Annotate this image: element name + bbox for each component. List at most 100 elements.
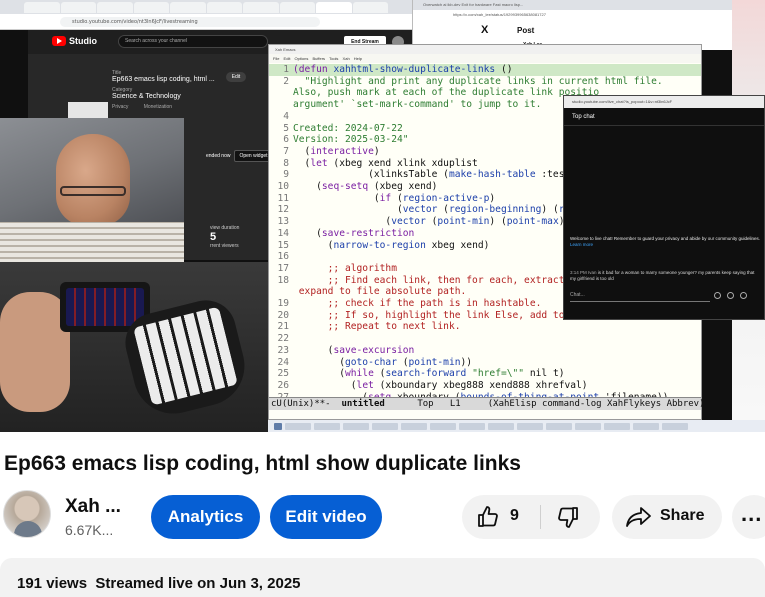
code-token: ) — [489, 192, 496, 204]
code-token: (xboundary xbeg888 xend888 xhrefval) — [373, 379, 588, 391]
channel-name[interactable]: Xah ... — [65, 496, 121, 518]
line-number: 12 — [277, 204, 289, 216]
viewer-count: 5 — [210, 231, 217, 243]
line-number: 8 — [283, 157, 289, 169]
chat-message-text: is it bad for a woman to marry someone y… — [570, 270, 755, 281]
more-icon: ... — [741, 501, 763, 526]
share-button[interactable]: Share — [612, 495, 722, 539]
super-chat-icon — [727, 292, 734, 299]
chat-learn-more: Learn more — [570, 242, 594, 247]
line-number: 1 — [283, 64, 289, 75]
chat-message-time: 3:14 PM — [570, 270, 587, 275]
code-token: ( — [373, 368, 386, 380]
youtube-logo-icon — [52, 36, 66, 46]
line-number: 6 — [283, 134, 289, 146]
studio-details: Title Ep663 emacs lisp coding, html ... … — [112, 70, 292, 110]
description-meta: 191 views Streamed live on Jun 3, 2025 — [17, 575, 301, 592]
analytics-button[interactable]: Analytics — [151, 495, 260, 539]
line-number: 22 — [277, 333, 289, 345]
taskbar-item — [314, 422, 340, 430]
monetization-label: Monetization — [143, 104, 173, 110]
code-token: region-active-p — [402, 192, 490, 204]
browser-tab — [60, 2, 96, 13]
code-token: ( — [391, 192, 403, 204]
line-number: 13 — [277, 216, 289, 228]
chat-input: Chat... — [570, 292, 710, 302]
code-token: goto-char — [344, 356, 397, 368]
code-token: (xbeg xend) — [368, 181, 438, 193]
studio-logo: Studio — [52, 36, 97, 46]
taskbar-item — [285, 422, 311, 430]
thumbs-up-icon — [478, 506, 498, 527]
code-token: point-max — [506, 216, 559, 228]
code-token: interactive — [310, 145, 374, 157]
studio-privacy-label: Privacy Monetization — [112, 104, 292, 110]
chat-message-user: Ivan — [588, 270, 597, 275]
webcam-shirt — [0, 222, 184, 263]
code-token: xbeg xend) — [425, 239, 490, 251]
code-token: ;; algorithm — [293, 262, 397, 274]
line-number: 18 — [277, 274, 289, 286]
like-button[interactable]: 9 — [462, 495, 542, 539]
browser-tab — [170, 2, 206, 13]
code-token: ( — [293, 181, 322, 193]
dislike-button[interactable] — [542, 495, 600, 539]
line-number: 15 — [277, 239, 289, 251]
browser-tab — [352, 2, 388, 13]
emacs-modeline: cU(Unix)**- untitled Top L1 (XahElisp co… — [269, 397, 705, 410]
browser-tab — [24, 2, 60, 13]
code-token: ;; check if the path is in hashtable. — [293, 298, 542, 310]
more-actions-button[interactable]: ... — [732, 495, 765, 539]
keyboard-backlight — [66, 288, 144, 326]
code-token: ( — [425, 216, 438, 228]
code-token: xahhtml-show-duplicate-links — [333, 64, 496, 75]
code-token: ( — [293, 344, 334, 356]
x-browser-url: https://x.com/xah_lee/status/19299399656… — [453, 12, 546, 17]
channel-avatar[interactable] — [3, 490, 51, 538]
code-line: 24 (goto-char (point-min)) — [269, 357, 701, 369]
code-token: ( — [293, 239, 334, 251]
video-player[interactable]: studio.youtube.com/video/nt3ln6JcF/lives… — [0, 0, 765, 432]
browser-tab — [243, 2, 279, 13]
line-number: 17 — [277, 262, 289, 274]
webcam-glasses — [60, 186, 126, 196]
code-token: nil t) — [524, 368, 565, 380]
taskbar-item — [575, 422, 601, 430]
code-token: ;; If so, highlight the link Else, add t… — [293, 309, 600, 321]
line-number: 19 — [277, 298, 289, 310]
browser-url-text: studio.youtube.com/video/nt3ln6JcF/lives… — [60, 17, 320, 27]
like-dislike-group: 9 — [462, 495, 600, 539]
keyboard-camera — [0, 262, 268, 432]
owner-row: Xah ... 6.67K... Analytics Edit video 9 … — [0, 490, 765, 542]
edit-video-button[interactable]: Edit video — [270, 495, 382, 539]
line-number: 5 — [283, 122, 289, 134]
code-token: search-forward — [385, 368, 467, 380]
modeline-info: Top L1 (XahElisp command-log XahFlykeys … — [384, 399, 705, 409]
line-number: 14 — [277, 227, 289, 239]
code-line: 22 — [269, 333, 701, 345]
taskbar-item — [517, 422, 543, 430]
code-token: ( — [293, 216, 392, 228]
browser-tab — [279, 2, 315, 13]
chat-header: Top chat — [564, 108, 764, 126]
start-icon — [274, 422, 282, 430]
code-token: point-min — [437, 216, 490, 228]
webcam-feed — [0, 118, 184, 263]
line-number: 21 — [277, 321, 289, 333]
emacs-title: Xah Emacs — [269, 45, 701, 54]
code-line: 25 (while (search-forward "href=\"" nil … — [269, 368, 701, 380]
code-token: ( — [293, 379, 357, 391]
code-token: seq-setq — [321, 181, 369, 193]
code-token: Also, push mark at each of the duplicate… — [293, 87, 600, 99]
taskbar-item — [662, 422, 688, 430]
taskbar-item — [372, 422, 398, 430]
code-token: Version: 2025-03-24" — [293, 134, 409, 146]
code-token: ( — [293, 204, 403, 216]
description-box[interactable]: 191 views Streamed live on Jun 3, 2025 — [0, 558, 765, 597]
privacy-label: Privacy — [112, 104, 129, 110]
streamed-date: Streamed live on Jun 3, 2025 — [95, 575, 301, 592]
browser-tab — [206, 2, 242, 13]
code-token: Created: 2024-07-22 — [293, 122, 403, 134]
code-token: ( — [293, 368, 345, 380]
x-browser-window: Overwatch ai ikb-dev Exit for hardware F… — [412, 0, 732, 50]
